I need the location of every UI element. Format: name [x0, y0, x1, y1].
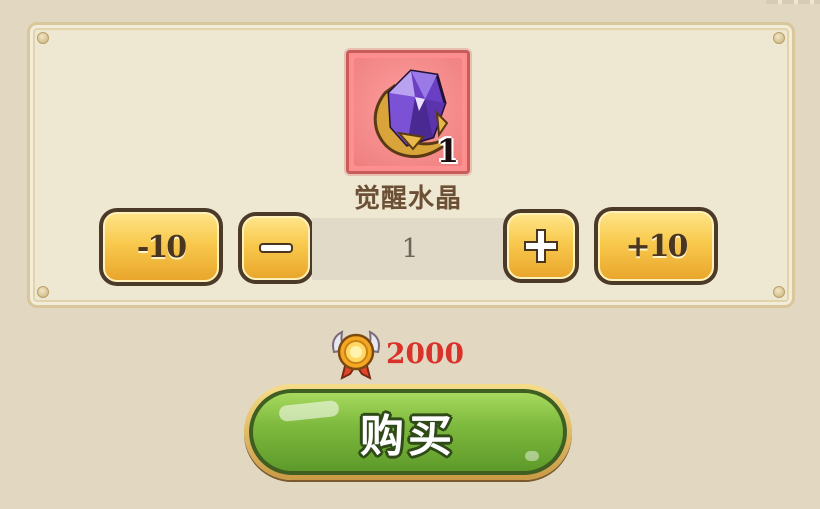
panel-stud — [37, 286, 49, 298]
plus-10-button[interactable]: +10 — [594, 207, 718, 285]
plus-10-label: +10 — [625, 228, 689, 264]
button-shine — [278, 399, 340, 423]
minus-10-button[interactable]: -10 — [99, 208, 223, 286]
item-count: 1 — [436, 132, 459, 170]
price-amount: 2000 — [386, 336, 464, 370]
minus-button[interactable] — [238, 212, 314, 284]
corner-decoration — [766, 0, 820, 4]
item-name: 觉醒水晶 — [353, 184, 462, 214]
gold-medal-icon — [332, 330, 380, 380]
buy-button[interactable]: 购买 — [244, 384, 572, 480]
quantity-value: 1 — [401, 234, 419, 264]
buy-button-label: 购买 — [360, 411, 456, 462]
panel-stud — [773, 286, 785, 298]
panel-stud — [37, 32, 49, 44]
minus-icon — [259, 243, 293, 253]
item-icon-frame: 1 — [346, 50, 470, 174]
quantity-input[interactable]: 1 — [312, 218, 508, 280]
minus-10-label: -10 — [136, 229, 187, 265]
price-display: 2000 — [328, 326, 464, 380]
button-shine — [525, 451, 539, 461]
plus-icon — [524, 229, 558, 263]
panel-stud — [773, 32, 785, 44]
plus-button[interactable] — [503, 209, 579, 283]
